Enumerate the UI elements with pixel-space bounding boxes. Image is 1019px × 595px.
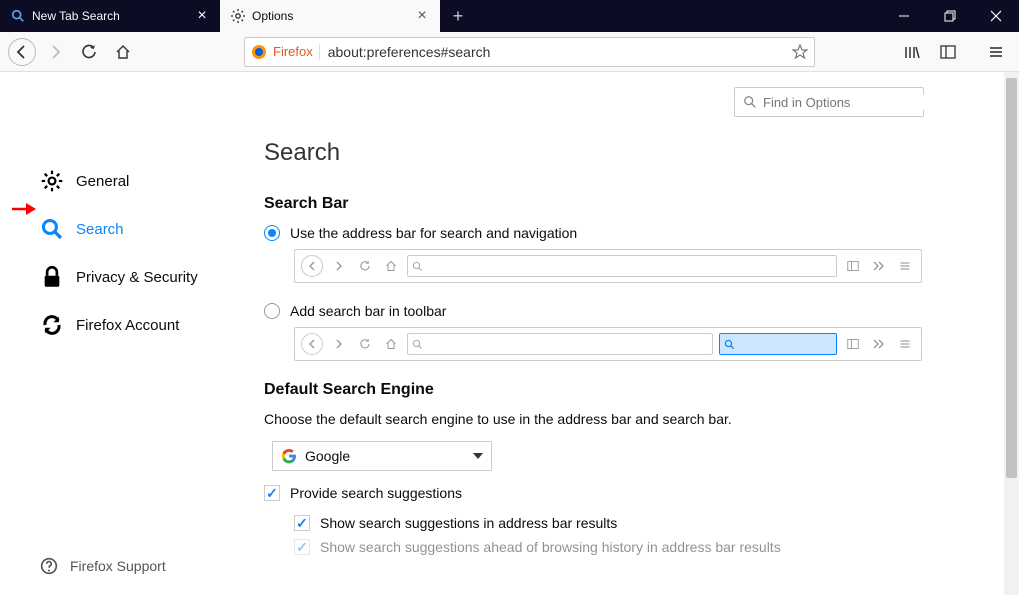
forward-button[interactable] [40, 37, 70, 67]
category-label: Privacy & Security [76, 269, 198, 286]
category-search[interactable]: Search [0, 205, 264, 253]
category-privacy[interactable]: Privacy & Security [0, 253, 264, 301]
home-icon [381, 256, 401, 276]
tab-label: New Tab Search [32, 9, 188, 23]
maximize-button[interactable] [927, 0, 973, 32]
checkbox-label: Show search suggestions ahead of browsin… [320, 539, 781, 555]
default-engine-desc: Choose the default search engine to use … [264, 411, 924, 427]
category-label: Search [76, 221, 124, 238]
close-icon[interactable]: × [194, 8, 210, 24]
bookmark-star-icon[interactable] [792, 44, 808, 60]
demo-urlbar [407, 333, 713, 355]
category-general[interactable]: General [0, 157, 264, 205]
checkbox-icon[interactable]: ✓ [294, 539, 310, 555]
demo-urlbar [407, 255, 837, 277]
back-icon [301, 255, 323, 277]
main-content: Search Search Bar Use the address bar fo… [264, 72, 1019, 595]
sync-icon [40, 313, 64, 337]
search-icon [743, 95, 757, 109]
library-button[interactable] [897, 37, 927, 67]
selected-engine: Google [305, 448, 350, 464]
url-input[interactable] [328, 44, 784, 60]
category-sidebar: General Search Privacy & Security Firefo… [0, 72, 264, 595]
firefox-icon [251, 44, 267, 60]
reload-icon [355, 334, 375, 354]
searchbar-demo [294, 327, 922, 361]
category-account[interactable]: Firefox Account [0, 301, 264, 349]
sidebar-icon [843, 256, 863, 276]
support-link[interactable]: Firefox Support [40, 557, 166, 575]
support-label: Firefox Support [70, 558, 166, 574]
sidebar-icon [843, 334, 863, 354]
checkbox-addressbar-suggestions[interactable]: ✓ Show search suggestions in address bar… [294, 515, 924, 531]
url-bar[interactable]: Firefox [244, 37, 815, 67]
nav-toolbar: Firefox [0, 32, 1019, 72]
radio-icon[interactable] [264, 303, 280, 319]
minimize-button[interactable] [881, 0, 927, 32]
checkbox-provide-suggestions[interactable]: ✓ Provide search suggestions [264, 485, 924, 501]
page-title: Search [264, 139, 924, 167]
radio-label: Use the address bar for search and navig… [290, 225, 577, 241]
demo-searchbar [719, 333, 837, 355]
titlebar: New Tab Search × Options × + [0, 0, 1019, 32]
reload-button[interactable] [74, 37, 104, 67]
radio-label: Add search bar in toolbar [290, 303, 446, 319]
checkbox-history-suggestions[interactable]: ✓ Show search suggestions ahead of brows… [294, 539, 924, 555]
default-engine-heading: Default Search Engine [264, 381, 924, 399]
scrollbar-thumb[interactable] [1006, 78, 1017, 478]
radio-use-addressbar[interactable]: Use the address bar for search and navig… [264, 225, 924, 241]
checkbox-label: Provide search suggestions [290, 485, 462, 501]
radio-separate-searchbar[interactable]: Add search bar in toolbar [264, 303, 924, 319]
help-icon [40, 557, 58, 575]
reload-icon [355, 256, 375, 276]
close-window-button[interactable] [973, 0, 1019, 32]
category-label: General [76, 173, 129, 190]
gear-icon [40, 169, 64, 193]
tab-options[interactable]: Options × [220, 0, 440, 32]
preferences-page: General Search Privacy & Security Firefo… [0, 72, 1019, 595]
addressbar-demo [294, 249, 922, 283]
tab-label: Options [252, 9, 408, 23]
overflow-icon [869, 334, 889, 354]
search-icon [40, 217, 64, 241]
menu-button[interactable] [981, 37, 1011, 67]
scrollbar[interactable] [1004, 72, 1019, 595]
new-tab-button[interactable]: + [440, 0, 476, 32]
forward-icon [329, 256, 349, 276]
annotation-arrow-icon [12, 202, 38, 216]
google-icon [281, 448, 297, 464]
home-icon [381, 334, 401, 354]
forward-icon [329, 334, 349, 354]
checkbox-icon[interactable]: ✓ [294, 515, 310, 531]
default-engine-select[interactable]: Google [272, 441, 492, 471]
searchbar-heading: Search Bar [264, 195, 924, 213]
tab-new-tab-search[interactable]: New Tab Search × [0, 0, 220, 32]
gear-icon [230, 8, 246, 24]
radio-icon[interactable] [264, 225, 280, 241]
menu-icon [895, 256, 915, 276]
window-controls [881, 0, 1019, 32]
find-input[interactable] [763, 95, 939, 110]
lock-icon [40, 265, 64, 289]
back-icon [301, 333, 323, 355]
find-in-options[interactable] [734, 87, 924, 117]
checkbox-icon[interactable]: ✓ [264, 485, 280, 501]
chevron-down-icon [473, 453, 483, 459]
checkbox-label: Show search suggestions in address bar r… [320, 515, 617, 531]
home-button[interactable] [108, 37, 138, 67]
sidebar-toggle-button[interactable] [933, 37, 963, 67]
identity-box[interactable]: Firefox [251, 44, 320, 60]
overflow-icon [869, 256, 889, 276]
menu-icon [895, 334, 915, 354]
search-icon [10, 8, 26, 24]
close-icon[interactable]: × [414, 8, 430, 24]
back-button[interactable] [8, 38, 36, 66]
identity-label: Firefox [273, 44, 313, 59]
category-label: Firefox Account [76, 317, 179, 334]
